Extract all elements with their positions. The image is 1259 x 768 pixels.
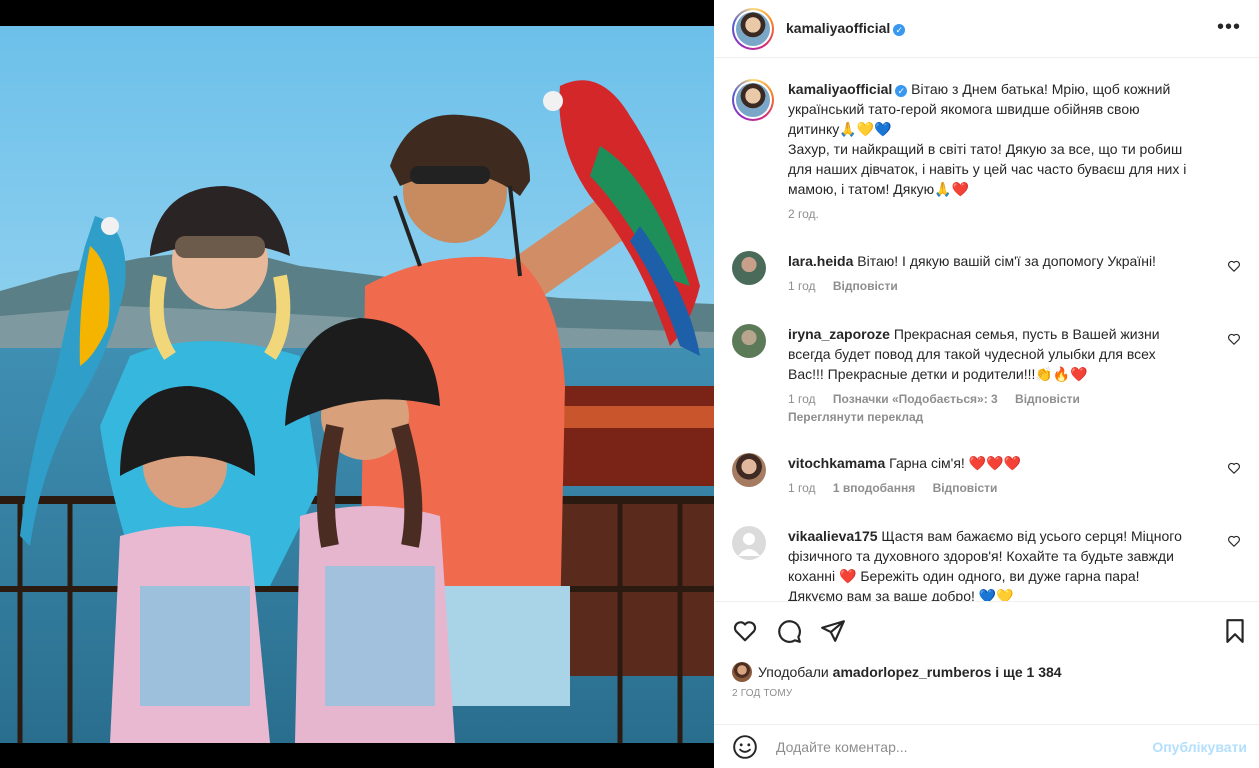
comment-text: всегда будет повод для такой чудесной ул… <box>788 346 1156 362</box>
caption-line: для наших дівчаток, і навіть у цей час ч… <box>788 161 1187 177</box>
reply-button[interactable]: Відповісти <box>1015 392 1080 406</box>
post-photo[interactable] <box>0 26 714 743</box>
commenter-avatar[interactable] <box>732 324 766 358</box>
caption-line: український тато-герой якомога швидше об… <box>788 101 1140 117</box>
comment-text: Дякуємо вам за ваше добро! 💙💛 <box>788 588 1014 601</box>
comment-item: iryna_zaporoze Прекрасная семья, пусть в… <box>732 324 1240 424</box>
post-media-pane <box>0 0 714 768</box>
comment-likes-count[interactable]: 1 вподобання <box>833 481 915 495</box>
more-horizontal-icon[interactable]: ••• <box>1217 16 1241 39</box>
comment-like-heart-icon[interactable] <box>1227 534 1241 548</box>
likes-summary: Уподобали amadorlopez_rumberos і ще 1 38… <box>732 662 1062 682</box>
caption-line: Захур, ти найкращий в світі тато! Дякую … <box>788 141 1183 157</box>
caption-username[interactable]: kamaliyaofficial <box>788 81 892 97</box>
send-icon[interactable] <box>820 618 846 644</box>
post-header: kamaliyaofficial ✓ ••• <box>714 0 1259 58</box>
comment-like-heart-icon[interactable] <box>1227 259 1241 273</box>
author-avatar[interactable] <box>732 8 774 50</box>
caption-text: kamaliyaofficial ✓ Вітаю з Днем батька! М… <box>788 79 1237 199</box>
comment-like-heart-icon[interactable] <box>1227 461 1241 475</box>
comment-time: 1 год <box>788 279 816 293</box>
reply-button[interactable]: Відповісти <box>933 481 998 495</box>
likes-prefix: Уподобали <box>758 664 829 680</box>
add-comment-bar: Додайте коментар... Опублікувати <box>714 724 1259 768</box>
caption-line: дитинку🙏💛💙 <box>788 121 892 137</box>
comment-text: фізичного та духовного здоров'я! Кохайте… <box>788 548 1174 564</box>
see-translation-button[interactable]: Переглянути переклад <box>788 410 923 424</box>
post-actions-bar <box>714 601 1259 659</box>
likes-count-button[interactable]: і ще 1 384 <box>995 664 1061 680</box>
comment-text: Вас!!! Прекрасные детки и родители!!!👏🔥❤… <box>788 366 1088 382</box>
comment-item: vikaalieva175 Щастя вам бажаємо від усьо… <box>732 526 1240 601</box>
emoji-icon[interactable] <box>732 734 758 760</box>
bookmark-icon[interactable] <box>1222 618 1248 644</box>
comment-likes-count[interactable]: Позначки «Подобається»: 3 <box>833 392 998 406</box>
publish-button[interactable]: Опублікувати <box>1152 739 1247 755</box>
commenter-avatar[interactable] <box>732 251 766 285</box>
commenter-username[interactable]: lara.heida <box>788 253 853 269</box>
comments-list[interactable]: kamaliyaofficial ✓ Вітаю з Днем батька! М… <box>714 59 1259 601</box>
commenter-username[interactable]: vikaalieva175 <box>788 528 878 544</box>
post-caption: kamaliyaofficial ✓ Вітаю з Днем батька! М… <box>732 79 1237 221</box>
posted-time: 2 ГОД ТОМУ <box>732 688 793 699</box>
caption-time: 2 год. <box>788 207 819 221</box>
post-side-panel: kamaliyaofficial ✓ ••• kamaliyaofficial ✓ … <box>714 0 1259 768</box>
comment-time: 1 год <box>788 392 816 406</box>
comment-time: 1 год <box>788 481 816 495</box>
comment-item: vitochkamama Гарна сім'я! ❤️❤️❤️ 1 год 1… <box>732 453 1240 495</box>
commenter-username[interactable]: vitochkamama <box>788 455 885 471</box>
liker-avatar[interactable] <box>732 662 752 682</box>
comment-like-heart-icon[interactable] <box>1227 332 1241 346</box>
liker-username[interactable]: amadorlopez_rumberos <box>833 664 992 680</box>
verified-badge-icon: ✓ <box>895 85 908 97</box>
reply-button[interactable]: Відповісти <box>833 279 898 293</box>
comment-text: Гарна сім'я! ❤️❤️❤️ <box>889 455 1022 471</box>
comment-text: коханні ❤️ Бережіть один одного, ви дуже… <box>788 568 1140 584</box>
comment-text: Прекрасная семья, пусть в Вашей жизни <box>893 326 1160 342</box>
commenter-avatar[interactable] <box>732 453 766 487</box>
comment-item: lara.heida Вітаю! І дякую вашій сім'ї за… <box>732 251 1240 293</box>
comment-input[interactable]: Додайте коментар... <box>776 739 908 755</box>
verified-badge-icon: ✓ <box>893 24 906 36</box>
caption-line: Вітаю з Днем батька! Мрію, щоб кожний <box>911 81 1171 97</box>
comment-text: Вітаю! І дякую вашій сім'ї за допомогу У… <box>857 253 1156 269</box>
comment-text: Щастя вам бажаємо від усього серця! Міцн… <box>881 528 1182 544</box>
heart-icon[interactable] <box>732 618 758 644</box>
caption-avatar[interactable] <box>732 79 774 121</box>
commenter-username[interactable]: iryna_zaporoze <box>788 326 890 342</box>
comment-icon[interactable] <box>776 618 802 644</box>
commenter-avatar[interactable] <box>732 526 766 560</box>
author-username[interactable]: kamaliyaofficial <box>786 20 890 36</box>
caption-line: мамою, і татом! Дякую🙏❤️ <box>788 181 969 197</box>
